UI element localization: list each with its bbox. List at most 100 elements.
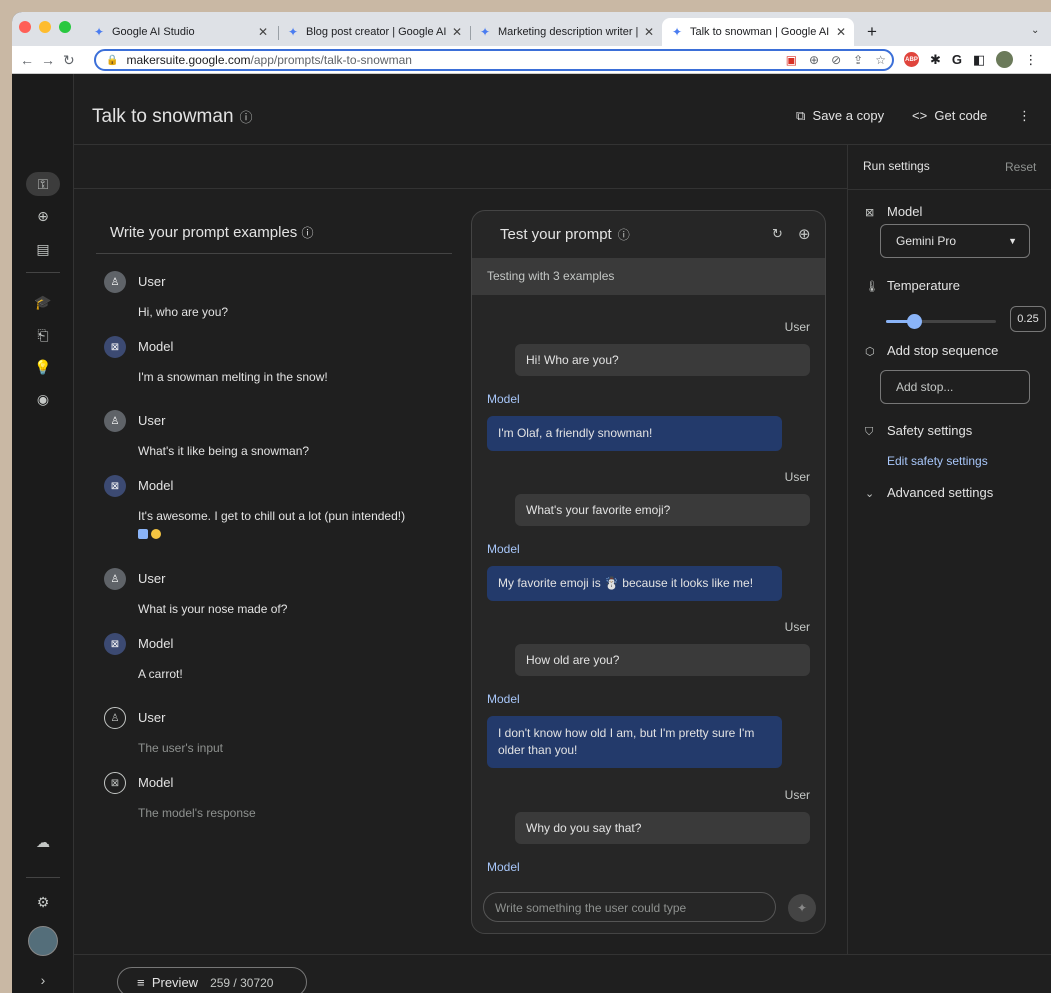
example-text[interactable]: What is your nose made of?	[138, 601, 438, 618]
example-input-placeholder[interactable]: The user's input	[138, 740, 438, 757]
profile-avatar[interactable]	[996, 51, 1014, 68]
minimize-window-button[interactable]	[39, 21, 51, 33]
browser-tab-active[interactable]: ✦ Talk to snowman | Google AI S ✕	[662, 18, 855, 46]
window-controls	[19, 21, 71, 33]
example-row[interactable]: ⊠ Model I'm a snowman melting in the sno…	[104, 336, 444, 392]
info-icon[interactable]: ⓘ	[301, 226, 313, 240]
google-icon[interactable]: G	[952, 52, 962, 67]
extension-icon[interactable]: ⊘	[831, 53, 841, 67]
browser-tab[interactable]: ✦ Blog post creator | Google AI S ✕	[278, 18, 470, 46]
example-row[interactable]: ♙ User What's it like being a snowman?	[104, 410, 444, 466]
example-text[interactable]: It's awesome. I get to chill out a lot (…	[138, 508, 438, 542]
edit-safety-link[interactable]: Edit safety settings	[887, 454, 988, 468]
docs-icon[interactable]: ⎗	[32, 327, 54, 344]
info-icon[interactable]: ⓘ	[240, 110, 253, 125]
get-code-button[interactable]: <> Get code	[912, 108, 987, 123]
example-row[interactable]: ♙ User What is your nose made of?	[104, 568, 444, 624]
user-avatar[interactable]	[28, 926, 58, 956]
puzzle-icon[interactable]: ✱	[930, 52, 941, 68]
example-row[interactable]: ♙ User Hi, who are you?	[104, 271, 444, 327]
settings-gear-icon[interactable]: ⚙	[32, 894, 54, 911]
example-row[interactable]: ⊠ Model It's awesome. I get to chill out…	[104, 475, 444, 555]
example-text[interactable]: Hi, who are you?	[138, 304, 438, 321]
cast-icon[interactable]: ▣	[786, 53, 797, 67]
browser-tab[interactable]: ✦ Google AI Studio ✕	[84, 18, 276, 46]
example-text[interactable]: What's it like being a snowman?	[138, 443, 438, 460]
example-row[interactable]: ♙ User The user's input	[104, 707, 444, 763]
more-menu-icon[interactable]: ⋮	[1018, 108, 1031, 124]
url-field[interactable]: 🔒 makersuite.google.com/app/prompts/talk…	[94, 49, 894, 71]
info-icon[interactable]: ⓘ	[618, 228, 630, 242]
tab-title: Google AI Studio	[112, 26, 195, 38]
back-icon[interactable]: ←	[20, 52, 34, 68]
model-select[interactable]: Gemini Pro ▼	[880, 224, 1030, 258]
user-icon: ♙	[104, 707, 126, 729]
model-label: Model	[487, 392, 520, 406]
model-icon: ⊠	[104, 475, 126, 497]
getting-started-icon[interactable]: 🎓	[32, 294, 54, 311]
example-role: Model	[138, 775, 174, 790]
reset-chat-icon[interactable]: ↻	[772, 226, 783, 242]
tab-search-icon[interactable]: ⌄	[1031, 25, 1039, 36]
close-window-button[interactable]	[19, 21, 31, 33]
lightbulb-icon[interactable]: 💡	[32, 359, 54, 376]
reset-button[interactable]: Reset	[1005, 160, 1036, 174]
model-icon: ⊠	[104, 336, 126, 358]
address-bar: ← → ↻ 🔒 makersuite.google.com/app/prompt…	[12, 46, 1051, 74]
new-tab-icon[interactable]: +	[867, 22, 877, 42]
browser-menu-icon[interactable]: ⋮	[1024, 52, 1037, 68]
close-tab-icon[interactable]: ✕	[836, 25, 846, 39]
expand-rail-icon[interactable]: ›	[32, 972, 54, 988]
adblock-icon[interactable]: ABP	[904, 52, 919, 67]
examples-heading: Write your prompt examples ⓘ	[110, 224, 313, 241]
temperature-slider[interactable]	[886, 314, 996, 329]
example-row[interactable]: ⊠ Model The model's response	[104, 772, 444, 828]
send-icon[interactable]: ✦	[788, 894, 816, 922]
library-icon[interactable]: ▤	[32, 241, 54, 258]
run-settings-heading: Run settings	[863, 159, 930, 173]
maximize-window-button[interactable]	[59, 21, 71, 33]
save-copy-button[interactable]: ⧉ Save a copy	[796, 108, 884, 124]
create-prompt-icon[interactable]: ⊕	[32, 208, 54, 225]
example-text[interactable]: I'm a snowman melting in the snow!	[138, 369, 438, 386]
conversation[interactable]: User Hi! Who are you? Model I'm Olaf, a …	[472, 295, 825, 881]
stop-sequence-section: ⬡ Add stop sequence	[865, 343, 998, 358]
ai-studio-icon: ✦	[671, 25, 683, 39]
model-label: Model	[887, 204, 923, 219]
model-message: My favorite emoji is ☃️ because it looks…	[487, 566, 782, 601]
example-input-placeholder[interactable]: The model's response	[138, 805, 438, 822]
api-key-icon[interactable]: ⚿	[26, 172, 60, 196]
stop-sequence-input[interactable]: Add stop...	[880, 370, 1030, 404]
page-title: Talk to snowman ⓘ	[92, 106, 253, 128]
zoom-icon[interactable]: ⊕	[809, 53, 819, 67]
close-tab-icon[interactable]: ✕	[258, 25, 268, 39]
user-label: User	[784, 620, 810, 634]
example-row[interactable]: ⊠ Model A carrot!	[104, 633, 444, 689]
add-to-examples-icon[interactable]: ⊕	[798, 225, 811, 243]
example-text[interactable]: A carrot!	[138, 666, 438, 683]
toolbar	[74, 145, 847, 189]
reload-icon[interactable]: ↻	[63, 52, 75, 69]
discord-icon[interactable]: ◉	[32, 391, 54, 408]
close-tab-icon[interactable]: ✕	[644, 25, 654, 39]
cloud-icon[interactable]: ☁	[32, 834, 54, 851]
test-panel: Test your prompt ⓘ ↻ ⊕ Testing with 3 exa…	[471, 210, 826, 934]
sidepanel-icon[interactable]: ◧	[973, 52, 985, 68]
bookmark-star-icon[interactable]: ☆	[875, 53, 886, 67]
browser-tab[interactable]: ✦ Marketing description writer | ( ✕	[470, 18, 662, 46]
extensions-bar: ABP ✱ G ◧ ⋮	[904, 51, 1037, 68]
example-role: User	[138, 413, 166, 428]
dropdown-caret-icon: ▼	[1008, 236, 1017, 246]
test-input[interactable]: Write something the user could type	[483, 892, 776, 922]
shield-icon: ⛉	[865, 426, 874, 438]
ai-studio-icon: ✦	[287, 25, 299, 39]
slider-handle[interactable]	[906, 314, 922, 329]
share-icon[interactable]: ⇪	[853, 53, 863, 67]
browser-window: ✦ Google AI Studio ✕ ✦ Blog post creator…	[12, 12, 1051, 993]
forward-icon[interactable]: →	[41, 52, 55, 68]
ice-cube-emoji-icon	[138, 528, 148, 539]
close-tab-icon[interactable]: ✕	[452, 25, 462, 39]
advanced-settings-toggle[interactable]: ⌄ Advanced settings	[865, 485, 993, 500]
temperature-value-field[interactable]: 0.25	[1010, 306, 1046, 332]
preview-button[interactable]: ≡ Preview 259 / 30720	[117, 967, 307, 993]
